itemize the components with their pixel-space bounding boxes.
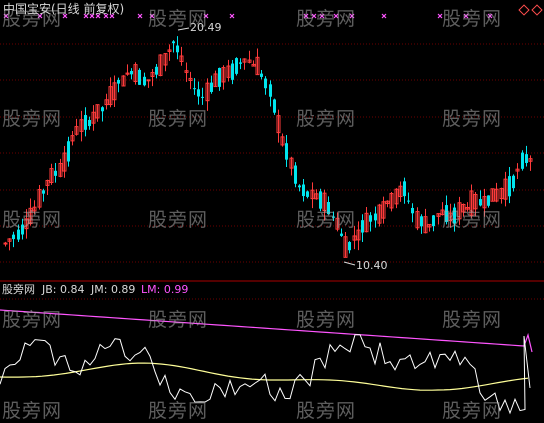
candle-body [264,78,267,89]
candle-body [12,234,15,240]
candle-body [146,79,151,82]
candle-body [298,185,301,188]
jb-value: JB: 0.84 [42,283,85,296]
candle-body [42,190,45,194]
candle-body [117,79,120,84]
watermark: 股旁网 [442,309,503,331]
candle-body [84,115,87,130]
candle-body [201,96,204,98]
candle-body [88,119,91,127]
watermark: 股旁网 [296,209,357,231]
watermark: 股旁网 [296,8,357,30]
candle-body [306,191,309,197]
candle-body [67,141,70,162]
watermark: 股旁网 [296,309,357,331]
candle-body [193,88,196,90]
candle-body [235,58,238,74]
grid-lines [0,43,544,300]
candle-body [138,69,141,85]
candle-body [3,242,8,245]
candle-body [231,63,234,80]
candle-body [176,45,179,53]
candle-body [374,213,377,221]
watermark: 股旁网 [442,8,503,30]
candle-body [348,242,351,251]
candle-body [407,200,410,202]
jm-value: JM: 0.89 [91,283,136,296]
candle-body [260,73,263,77]
candle-body [294,165,297,184]
candle-body [525,154,528,163]
candle-body [302,184,305,197]
watermark: 股旁网 [148,8,209,30]
indicator-name: 股旁网 [2,283,35,296]
candle-body [432,215,435,227]
candle-body [143,76,146,86]
candle-body [411,207,414,214]
candle-body [521,152,524,169]
candle-body [508,176,511,197]
lm-value: LM: 0.99 [141,283,189,296]
watermark: 股旁网 [296,108,357,130]
candle-body [285,143,288,160]
candle-body [403,181,406,197]
watermark: 股旁网 [2,209,63,231]
candle-body [218,67,221,87]
candle-body [269,84,272,97]
candle-body [54,170,57,176]
candle-body [172,41,175,44]
candle-body [210,82,213,92]
watermark: 股旁网 [148,209,209,231]
low-price-label: 10.40 [356,259,388,272]
candle-body [239,62,242,64]
watermark: 股旁网 [148,309,209,331]
candle-body [130,70,133,75]
candle-body [512,175,515,189]
jm-line [0,362,529,391]
candle-body [361,220,364,233]
candle-body [340,233,343,236]
watermark: 股旁网 [2,108,63,130]
low-pointer [343,261,356,266]
candle-body [155,66,158,75]
candle-body [101,107,104,112]
candle-body [369,215,372,222]
watermark: 股旁网 [148,108,209,130]
watermark: 股旁网 [442,108,503,130]
watermark: 股旁网 [2,309,63,331]
watermark: 股旁网 [442,209,503,231]
candle-body [273,99,276,113]
candle-body [197,89,200,97]
watermark: 股旁网 [2,8,63,30]
candle-body [420,216,423,227]
